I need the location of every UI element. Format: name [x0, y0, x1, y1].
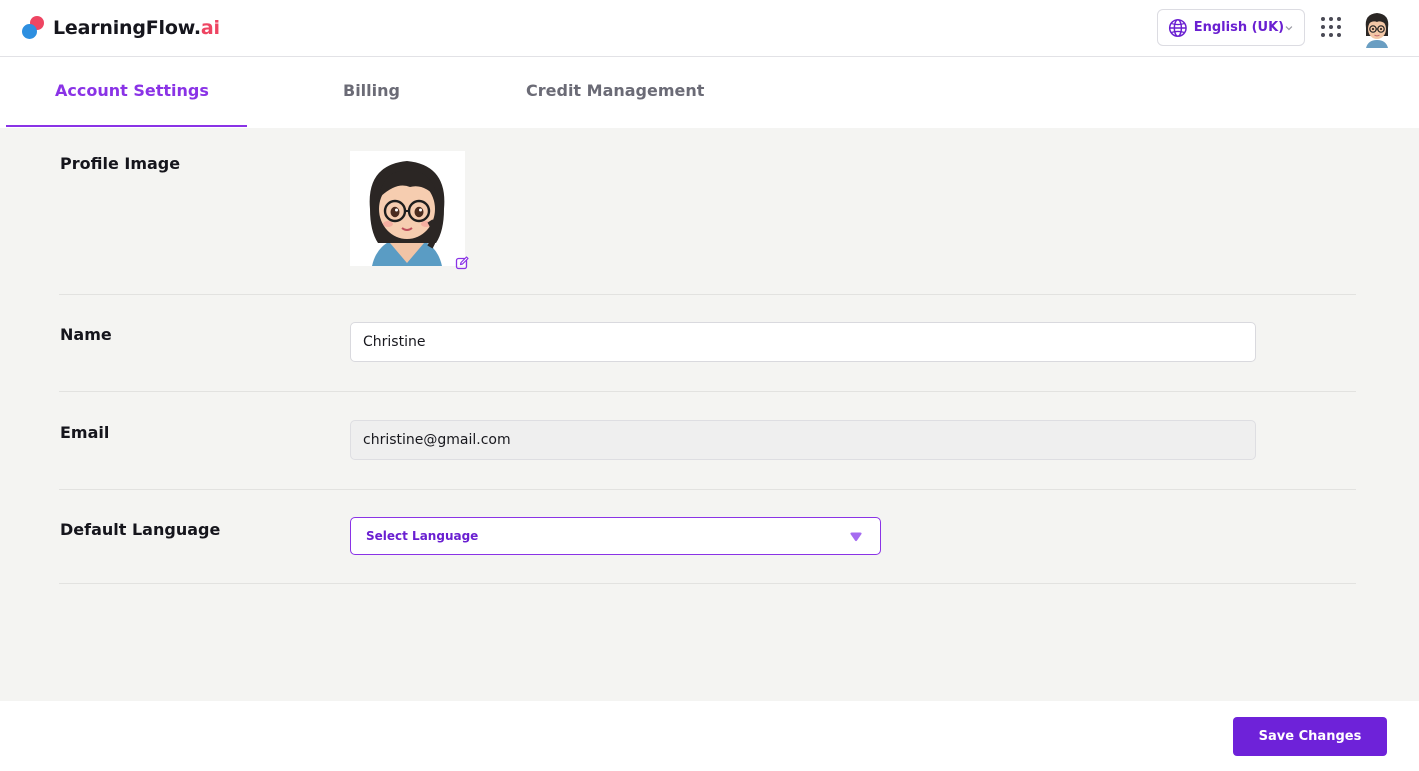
name-input[interactable] [350, 322, 1256, 362]
edit-icon[interactable] [455, 256, 469, 270]
default-language-label: Default Language [60, 520, 221, 539]
logo-mark-icon [21, 15, 47, 41]
globe-icon [1168, 18, 1187, 37]
app-logo[interactable]: LearningFlow.ai [21, 15, 220, 41]
language-selector-value: English (UK) [1193, 20, 1285, 35]
email-input [350, 420, 1256, 460]
active-tab-indicator [6, 125, 247, 127]
logo-text: LearningFlow.ai [53, 17, 220, 39]
divider [59, 391, 1356, 392]
divider [59, 489, 1356, 490]
profile-avatar-illustration [350, 151, 465, 266]
email-label: Email [60, 423, 110, 442]
save-changes-button[interactable]: Save Changes [1233, 717, 1387, 756]
default-language-select[interactable]: Select Language [350, 517, 881, 555]
divider [59, 294, 1356, 295]
tab-account-settings[interactable]: Account Settings [55, 81, 209, 100]
top-bar: LearningFlow.ai English (UK) [0, 0, 1419, 57]
tab-credit-management[interactable]: Credit Management [526, 81, 704, 100]
settings-tabs: Account Settings Billing Credit Manageme… [0, 57, 1419, 128]
default-language-placeholder: Select Language [366, 529, 479, 543]
avatar[interactable] [1360, 10, 1394, 48]
tab-billing[interactable]: Billing [343, 81, 400, 100]
apps-grid-icon[interactable] [1321, 17, 1341, 37]
account-settings-panel: Profile Image Name Email Default Lang [0, 128, 1419, 701]
profile-image[interactable] [350, 151, 465, 266]
name-label: Name [60, 325, 112, 344]
profile-image-label: Profile Image [60, 154, 181, 173]
chevron-down-icon [1285, 25, 1293, 30]
divider [59, 583, 1356, 584]
caret-down-icon [850, 532, 862, 542]
language-selector[interactable]: English (UK) [1157, 9, 1305, 46]
